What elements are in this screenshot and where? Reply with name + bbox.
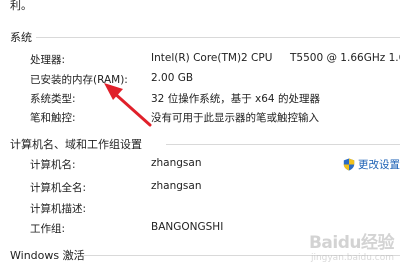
annotation-arrow: [104, 83, 152, 127]
baidu-watermark: Baidu经验 jingyan.baidu.com: [308, 228, 395, 263]
watermark-url: jingyan.baidu.com: [310, 253, 394, 263]
watermark-logo: Baidu经验: [308, 233, 395, 253]
